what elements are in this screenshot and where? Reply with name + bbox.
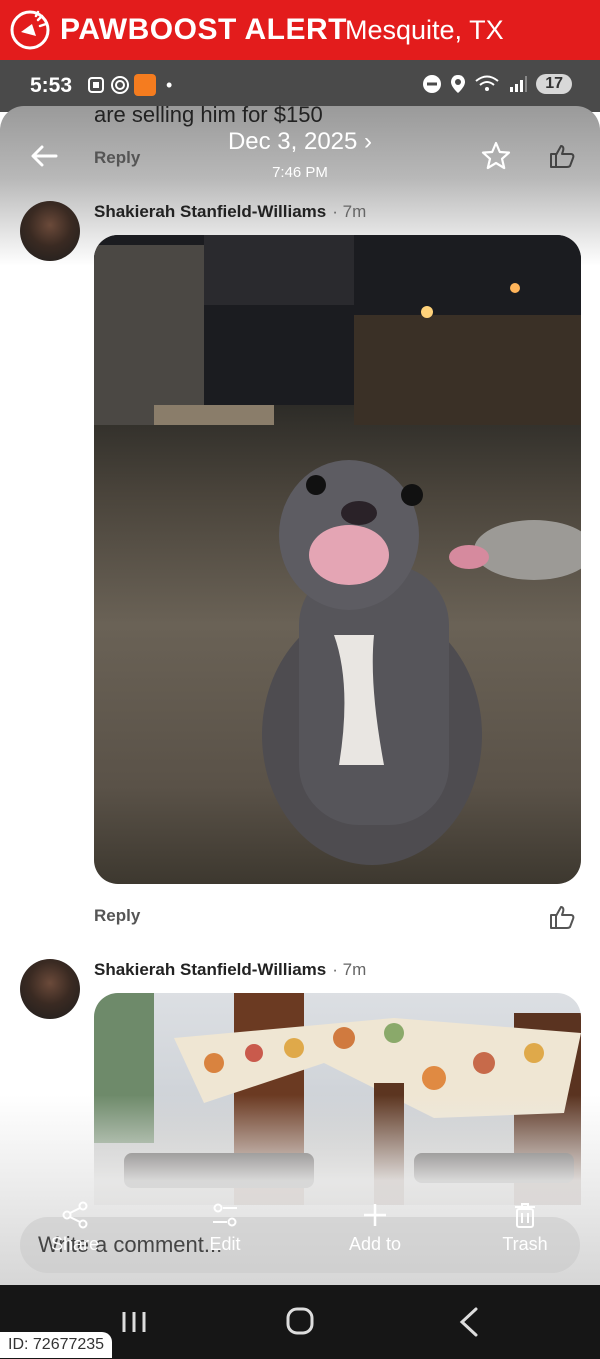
more-dot-icon: • [166,74,173,95]
comment-author[interactable]: Shakierah Stanfield-Williams · 7m [94,202,366,222]
megaphone-icon [10,10,50,50]
add-to-label: Add to [348,1234,402,1254]
dog-photo[interactable] [94,235,581,884]
edit-button[interactable]: Edit [165,1200,285,1255]
signal-icon [510,76,528,92]
author-name: Shakierah Stanfield-Williams [94,960,327,979]
author-name: Shakierah Stanfield-Williams [94,202,327,221]
dog-photo-illustration [94,235,581,865]
share-icon [62,1201,88,1229]
recent-apps-icon[interactable] [114,1305,154,1339]
edit-label: Edit [209,1234,241,1254]
reply-link[interactable]: Reply [94,906,140,926]
comment-author[interactable]: Shakierah Stanfield-Williams · 7m [94,960,366,980]
plus-icon [364,1204,386,1226]
like-icon[interactable] [548,903,576,931]
star-icon[interactable] [480,140,512,172]
add-to-button[interactable]: Add to [315,1200,435,1255]
temu-app-icon [134,74,156,96]
chevron-right-icon: › [364,128,373,155]
image-id-watermark: ID: 72677235 [0,1332,113,1358]
banner-location: Mesquite, TX [345,15,504,45]
trash-icon [515,1203,535,1228]
status-time: 5:53 [30,74,73,97]
sliders-icon [213,1203,237,1227]
back-icon[interactable] [450,1305,490,1339]
screenshot-icon [88,77,104,93]
comment-age: · 7m [332,202,367,221]
previous-reply-link[interactable]: Reply [94,148,140,168]
avatar[interactable] [20,201,80,261]
fingerprint-icon [111,76,129,94]
location-icon [451,75,466,93]
share-button[interactable]: Share [15,1200,135,1255]
home-icon[interactable] [280,1305,320,1339]
banner-brand: PAWBOOST ALERT [60,13,347,46]
wifi-icon [475,75,499,91]
battery-badge: 17 [536,74,572,94]
date-header[interactable]: Dec 3, 2025 › 7:46 PM [190,128,410,181]
share-label: Share [50,1234,100,1254]
avatar[interactable] [20,959,80,1019]
like-icon[interactable] [548,142,576,170]
trash-label: Trash [502,1234,548,1254]
comment-age: · 7m [332,960,367,979]
trash-button[interactable]: Trash [465,1200,585,1255]
status-notification-icons: • [86,74,172,96]
header-date: Dec 3, 2025 [227,128,358,155]
previous-comment-text: are selling him for $150 [94,102,323,127]
header-time: 7:46 PM [272,164,328,181]
status-system-icons: 17 [422,74,572,94]
back-arrow-icon[interactable] [28,140,60,172]
do-not-disturb-icon [423,75,442,93]
pawboost-banner: PAWBOOST ALERT Mesquite, TX [0,0,600,60]
